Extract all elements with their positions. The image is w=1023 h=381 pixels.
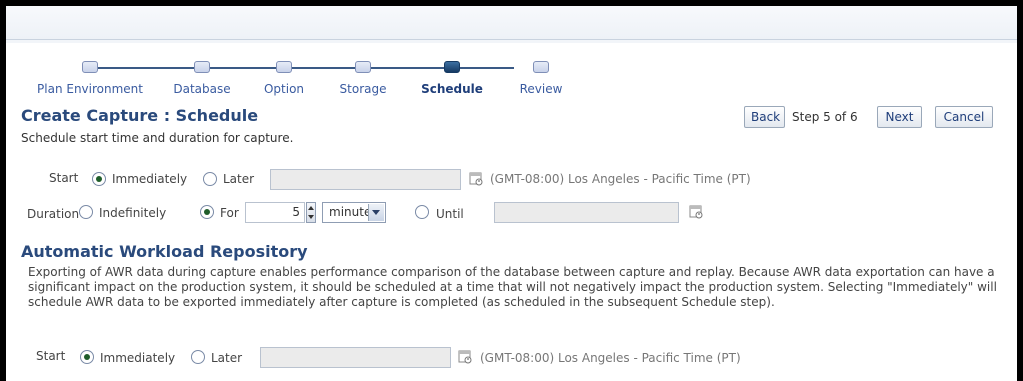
awr-start-later-radio[interactable] — [191, 350, 205, 364]
duration-indefinitely-label[interactable]: Indefinitely — [99, 206, 166, 220]
duration-label: Duration — [27, 207, 80, 221]
capture-start-later-label[interactable]: Later — [223, 172, 254, 186]
train-step-storage[interactable] — [355, 61, 371, 73]
train-step-schedule — [444, 61, 460, 73]
train-step-plan-environment[interactable] — [82, 61, 98, 73]
duration-amount-input[interactable]: 5 — [245, 202, 305, 223]
awr-start-immediately-radio[interactable] — [80, 350, 94, 364]
capture-start-immediately-label[interactable]: Immediately — [112, 172, 187, 186]
calendar-icon[interactable] — [469, 170, 483, 186]
cancel-button[interactable]: Cancel — [935, 106, 993, 128]
next-button[interactable]: Next — [877, 106, 922, 128]
capture-start-label: Start — [49, 171, 79, 185]
calendar-icon[interactable] — [458, 348, 472, 364]
back-button[interactable]: Back — [744, 106, 785, 128]
duration-unit-select[interactable]: minutes — [322, 202, 386, 223]
duration-for-label[interactable]: For — [220, 206, 239, 220]
capture-start-immediately-radio[interactable] — [92, 172, 106, 186]
duration-until-label[interactable]: Until — [436, 207, 464, 221]
awr-start-later-label[interactable]: Later — [211, 351, 242, 365]
train-label-option[interactable]: Option — [264, 82, 304, 96]
chevron-down-icon[interactable] — [368, 204, 384, 221]
capture-start-date-input[interactable] — [270, 169, 461, 190]
train-step-option[interactable] — [276, 61, 292, 73]
awr-start-label: Start — [36, 349, 66, 363]
capture-start-later-radio[interactable] — [203, 172, 217, 186]
awr-start-date-input[interactable] — [260, 347, 451, 368]
duration-until-radio[interactable] — [415, 205, 429, 219]
train-label-storage[interactable]: Storage — [340, 82, 387, 96]
duration-amount-stepper[interactable] — [306, 202, 316, 223]
train-label-database[interactable]: Database — [173, 82, 230, 96]
duration-for-radio[interactable] — [200, 205, 214, 219]
step-indicator: Step 5 of 6 — [792, 110, 858, 124]
calendar-icon[interactable] — [689, 203, 703, 219]
awr-section-title: Automatic Workload Repository — [21, 242, 308, 261]
train-step-database[interactable] — [194, 61, 210, 73]
train-label-plan-environment[interactable]: Plan Environment — [37, 82, 143, 96]
capture-start-timezone: (GMT-08:00) Los Angeles - Pacific Time (… — [490, 172, 751, 186]
duration-until-input[interactable] — [494, 202, 679, 223]
page-subtitle: Schedule start time and duration for cap… — [21, 131, 294, 145]
train-label-schedule: Schedule — [421, 82, 483, 96]
train-step-review — [533, 61, 549, 73]
page-title: Create Capture : Schedule — [21, 106, 259, 125]
awr-start-timezone: (GMT-08:00) Los Angeles - Pacific Time (… — [480, 351, 741, 365]
awr-description: Exporting of AWR data during capture ena… — [28, 265, 997, 309]
train-label-review: Review — [519, 82, 563, 96]
header-band — [6, 6, 1017, 43]
page-frame: Plan Environment Database Option Storage… — [6, 6, 1017, 381]
awr-start-immediately-label[interactable]: Immediately — [100, 351, 175, 365]
duration-indefinitely-radio[interactable] — [79, 205, 93, 219]
